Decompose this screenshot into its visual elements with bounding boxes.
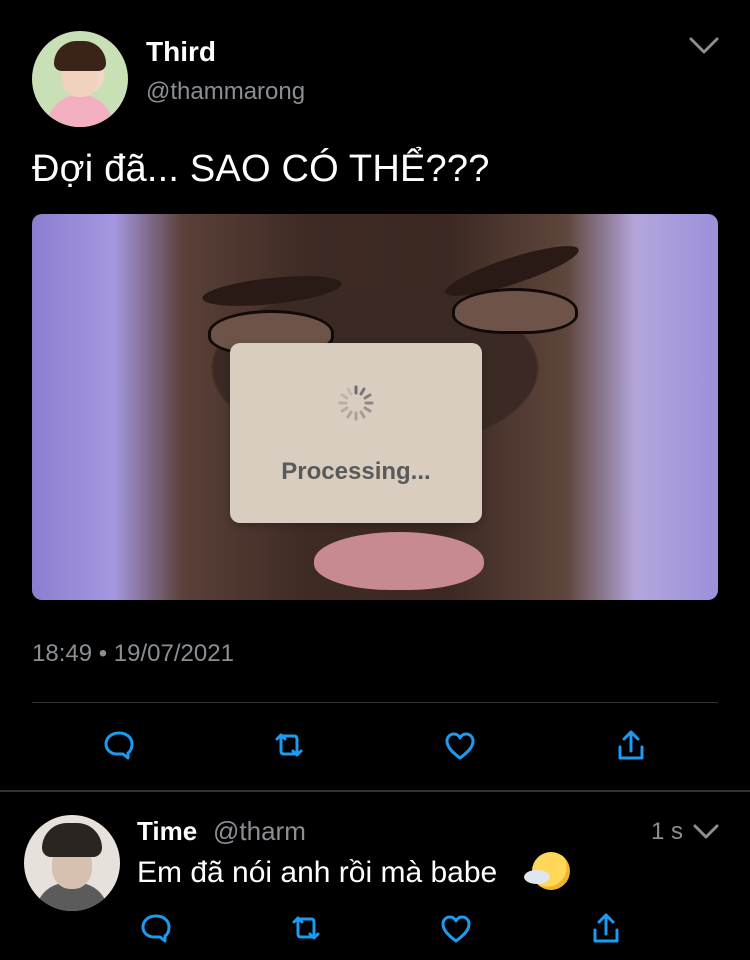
share-icon [618,730,644,760]
author-avatar[interactable] [32,31,128,127]
avatar-hair [42,823,102,857]
processing-label: Processing... [281,458,431,485]
reply-author-handle[interactable]: @tharm [213,816,306,847]
divider [32,702,718,703]
spinner-icon [338,385,374,421]
media-right-eye [452,288,578,334]
like-button[interactable] [437,910,475,946]
tweet-timestamp: 18:49 • 19/07/2021 [32,640,234,667]
processing-dialog: Processing... [230,343,482,523]
wind-face-emoji [524,852,570,890]
reply-author-name[interactable]: Time [137,816,197,847]
avatar-hair [54,41,106,71]
heart-icon [441,915,471,943]
reply-button[interactable] [137,910,175,946]
reply-time: 1 s [651,818,684,845]
chevron-down-icon[interactable] [688,34,720,58]
share-button[interactable] [587,910,625,946]
retweet-button[interactable] [287,910,325,946]
author-name[interactable]: Third [146,36,216,68]
comment-icon [104,731,134,760]
media-left-brow [201,270,343,312]
share-icon [593,913,619,943]
author-handle[interactable]: @thammarong [146,78,305,106]
emoji-gust [524,870,550,884]
reply-button[interactable] [100,727,138,763]
comment-icon [141,914,171,943]
media-lips [314,532,484,590]
avatar-shirt [48,95,112,127]
tweet-media[interactable]: Processing... [32,214,718,600]
retweet-button[interactable] [270,727,308,763]
retweet-icon [292,916,320,940]
retweet-icon [275,733,303,757]
divider [0,790,750,792]
reply-author-avatar[interactable] [24,815,120,911]
share-button[interactable] [612,727,650,763]
chevron-down-icon[interactable] [692,822,720,842]
reply-text: Em đã nói anh rồi mà babe [137,856,498,889]
tweet-text: Đợi đã... SAO CÓ THỂ??? [32,148,490,190]
like-button[interactable] [441,727,479,763]
heart-icon [445,732,475,760]
